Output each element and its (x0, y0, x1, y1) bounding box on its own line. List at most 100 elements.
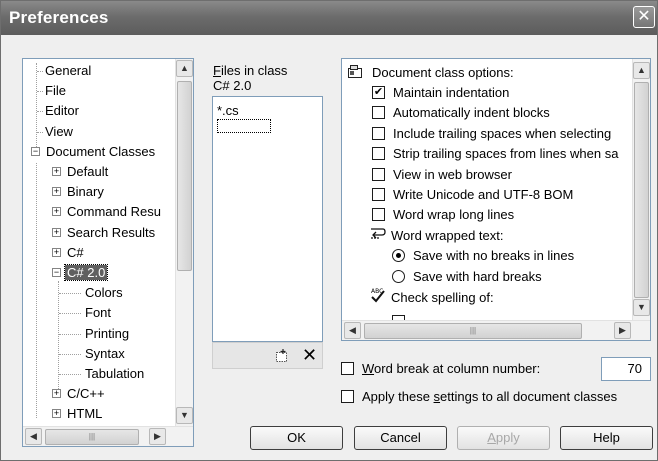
category-tree[interactable]: General File Editor View − Document Classes + D… (22, 58, 194, 447)
scroll-right-button[interactable]: ▶ (614, 322, 631, 339)
scroll-up-button[interactable]: ▲ (176, 60, 193, 77)
tree-item[interactable]: General (43, 61, 93, 81)
scroll-thumb[interactable] (177, 81, 192, 271)
expand-icon[interactable]: + (52, 187, 61, 197)
tree-item[interactable]: Colors (83, 283, 125, 303)
expand-icon[interactable]: + (52, 227, 61, 237)
option-checkbox[interactable]: View in web browser (372, 165, 512, 185)
option-checkbox[interactable]: ✔ Maintain indentation (372, 83, 509, 103)
tree-item-label: Colors (85, 285, 123, 301)
title-bar[interactable]: Preferences ✕ (1, 1, 657, 35)
tree-item[interactable]: + Search Results (52, 223, 157, 243)
tree-item-label: Printing (85, 325, 130, 341)
option-radio[interactable]: Save with hard breaks (392, 267, 542, 287)
tree-item[interactable]: Font (83, 303, 113, 323)
scroll-down-button[interactable]: ▼ (176, 407, 193, 424)
tree-vertical-scrollbar[interactable]: ▲ ▼ (175, 59, 193, 426)
scroll-down-button[interactable]: ▼ (633, 299, 650, 316)
option-checkbox[interactable]: Write Unicode and UTF-8 BOM (372, 185, 573, 205)
radio-button[interactable] (392, 249, 405, 263)
option-radio[interactable]: Save with no breaks in lines (392, 246, 574, 266)
collapse-icon[interactable]: − (31, 146, 40, 156)
tree-item[interactable]: + C/C++ (52, 384, 107, 404)
scroll-left-button[interactable]: ◀ (344, 322, 361, 339)
ok-button[interactable]: OK (250, 426, 343, 450)
options-horizontal-scrollbar[interactable]: ◀ ||| ▶ (342, 320, 650, 340)
option-label: Write Unicode and UTF-8 BOM (393, 187, 574, 202)
tree-item[interactable]: Syntax (83, 344, 127, 364)
tree-item[interactable]: Printing (83, 324, 131, 344)
word-break-checkbox[interactable]: Word break at column number: (341, 359, 540, 379)
apply-button[interactable]: Apply (457, 426, 550, 450)
tree-item[interactable]: + C# (52, 243, 86, 263)
cancel-button[interactable]: Cancel (354, 426, 447, 450)
delete-icon[interactable]: ✕ (302, 345, 317, 365)
expand-icon[interactable]: + (52, 389, 61, 399)
scroll-thumb[interactable] (634, 82, 649, 298)
tree-item[interactable]: + Default (52, 162, 110, 182)
document-class-options[interactable]: Document class options: ✔ Maintain indent… (341, 58, 651, 341)
checkbox-box[interactable] (372, 147, 385, 161)
option-label: Word wrap long lines (393, 207, 515, 223)
tree-item-label: Search Results (67, 224, 156, 240)
tree-connector (59, 313, 81, 315)
apply-to-all-checkbox[interactable]: Apply these settings to all document cla… (341, 387, 617, 407)
tree-item[interactable]: + Binary (52, 182, 106, 202)
checkbox-box[interactable] (372, 188, 385, 202)
tree-item[interactable]: Tabulation (83, 364, 146, 384)
radio-button[interactable] (392, 269, 405, 283)
expand-icon[interactable]: + (52, 409, 61, 419)
checkbox-box[interactable] (372, 106, 385, 120)
file-pattern-item[interactable]: *.cs (217, 103, 239, 118)
tree-line (58, 281, 59, 389)
tree-item[interactable]: View (43, 122, 75, 142)
expand-icon[interactable]: + (52, 207, 61, 217)
help-button[interactable]: Help (560, 426, 653, 450)
collapse-icon[interactable]: − (52, 268, 61, 278)
tree-item-label: Default (67, 164, 109, 179)
tree-item[interactable]: File (43, 81, 68, 101)
tree-item[interactable]: Editor (43, 101, 81, 121)
tree-item-label: Syntax (85, 345, 125, 361)
tree-item-label: Tabulation (85, 366, 145, 381)
option-checkbox[interactable]: Include trailing spaces when selecting (372, 124, 611, 144)
option-group-label: Word wrapped text: (370, 226, 503, 246)
preferences-window: Preferences ✕ General File Editor View − Docu… (0, 0, 658, 461)
tree-item[interactable]: + HTML (52, 404, 104, 424)
expand-icon[interactable]: + (52, 167, 61, 177)
expand-icon[interactable]: + (52, 247, 61, 257)
option-label: Include trailing spaces when selecting (393, 125, 612, 141)
option-label: Check spelling of: (391, 289, 494, 305)
tree-item[interactable]: + Command Resu (52, 202, 163, 222)
scroll-thumb[interactable]: ||| (45, 429, 139, 445)
tree-item-label: File (45, 83, 66, 99)
scroll-thumb[interactable]: ||| (364, 323, 582, 339)
options-header: Document class options: (372, 65, 514, 80)
checkbox-box[interactable]: ✔ (372, 86, 385, 100)
tree-connector (59, 293, 81, 295)
checkbox-box[interactable] (372, 126, 385, 140)
option-label: Word wrapped text: (391, 227, 504, 243)
scroll-left-button[interactable]: ◀ (25, 428, 42, 445)
option-checkbox[interactable]: Automatically indent blocks (372, 103, 550, 123)
new-file-icon[interactable] (275, 349, 289, 363)
tree-item[interactable]: − Document Classes (31, 142, 157, 162)
scroll-up-button[interactable]: ▲ (633, 62, 650, 79)
option-checkbox[interactable]: Word wrap long lines (372, 205, 514, 225)
checkbox-box[interactable] (372, 208, 385, 222)
scroll-right-button[interactable]: ▶ (149, 428, 166, 445)
tree-item-label: General (45, 63, 92, 78)
new-entry-field[interactable] (217, 119, 271, 133)
options-vertical-scrollbar[interactable]: ▲ ▼ (632, 59, 650, 320)
close-button[interactable]: ✕ (633, 6, 655, 28)
files-list[interactable]: *.cs (212, 96, 323, 342)
option-checkbox[interactable]: Strip trailing spaces from lines when sa (372, 144, 618, 164)
files-in-class-label: Files in class C# 2.0 (213, 63, 288, 93)
tree-item[interactable]: − C# 2.0 (52, 263, 109, 283)
word-break-checkbox-box[interactable] (341, 362, 354, 376)
column-number-input[interactable]: 70 (601, 357, 651, 381)
files-toolbar: ✕ (212, 342, 323, 369)
checkbox-box[interactable] (372, 167, 385, 181)
tree-horizontal-scrollbar[interactable]: ◀ ||| ▶ (23, 426, 193, 446)
apply-to-all-checkbox-box[interactable] (341, 390, 354, 404)
